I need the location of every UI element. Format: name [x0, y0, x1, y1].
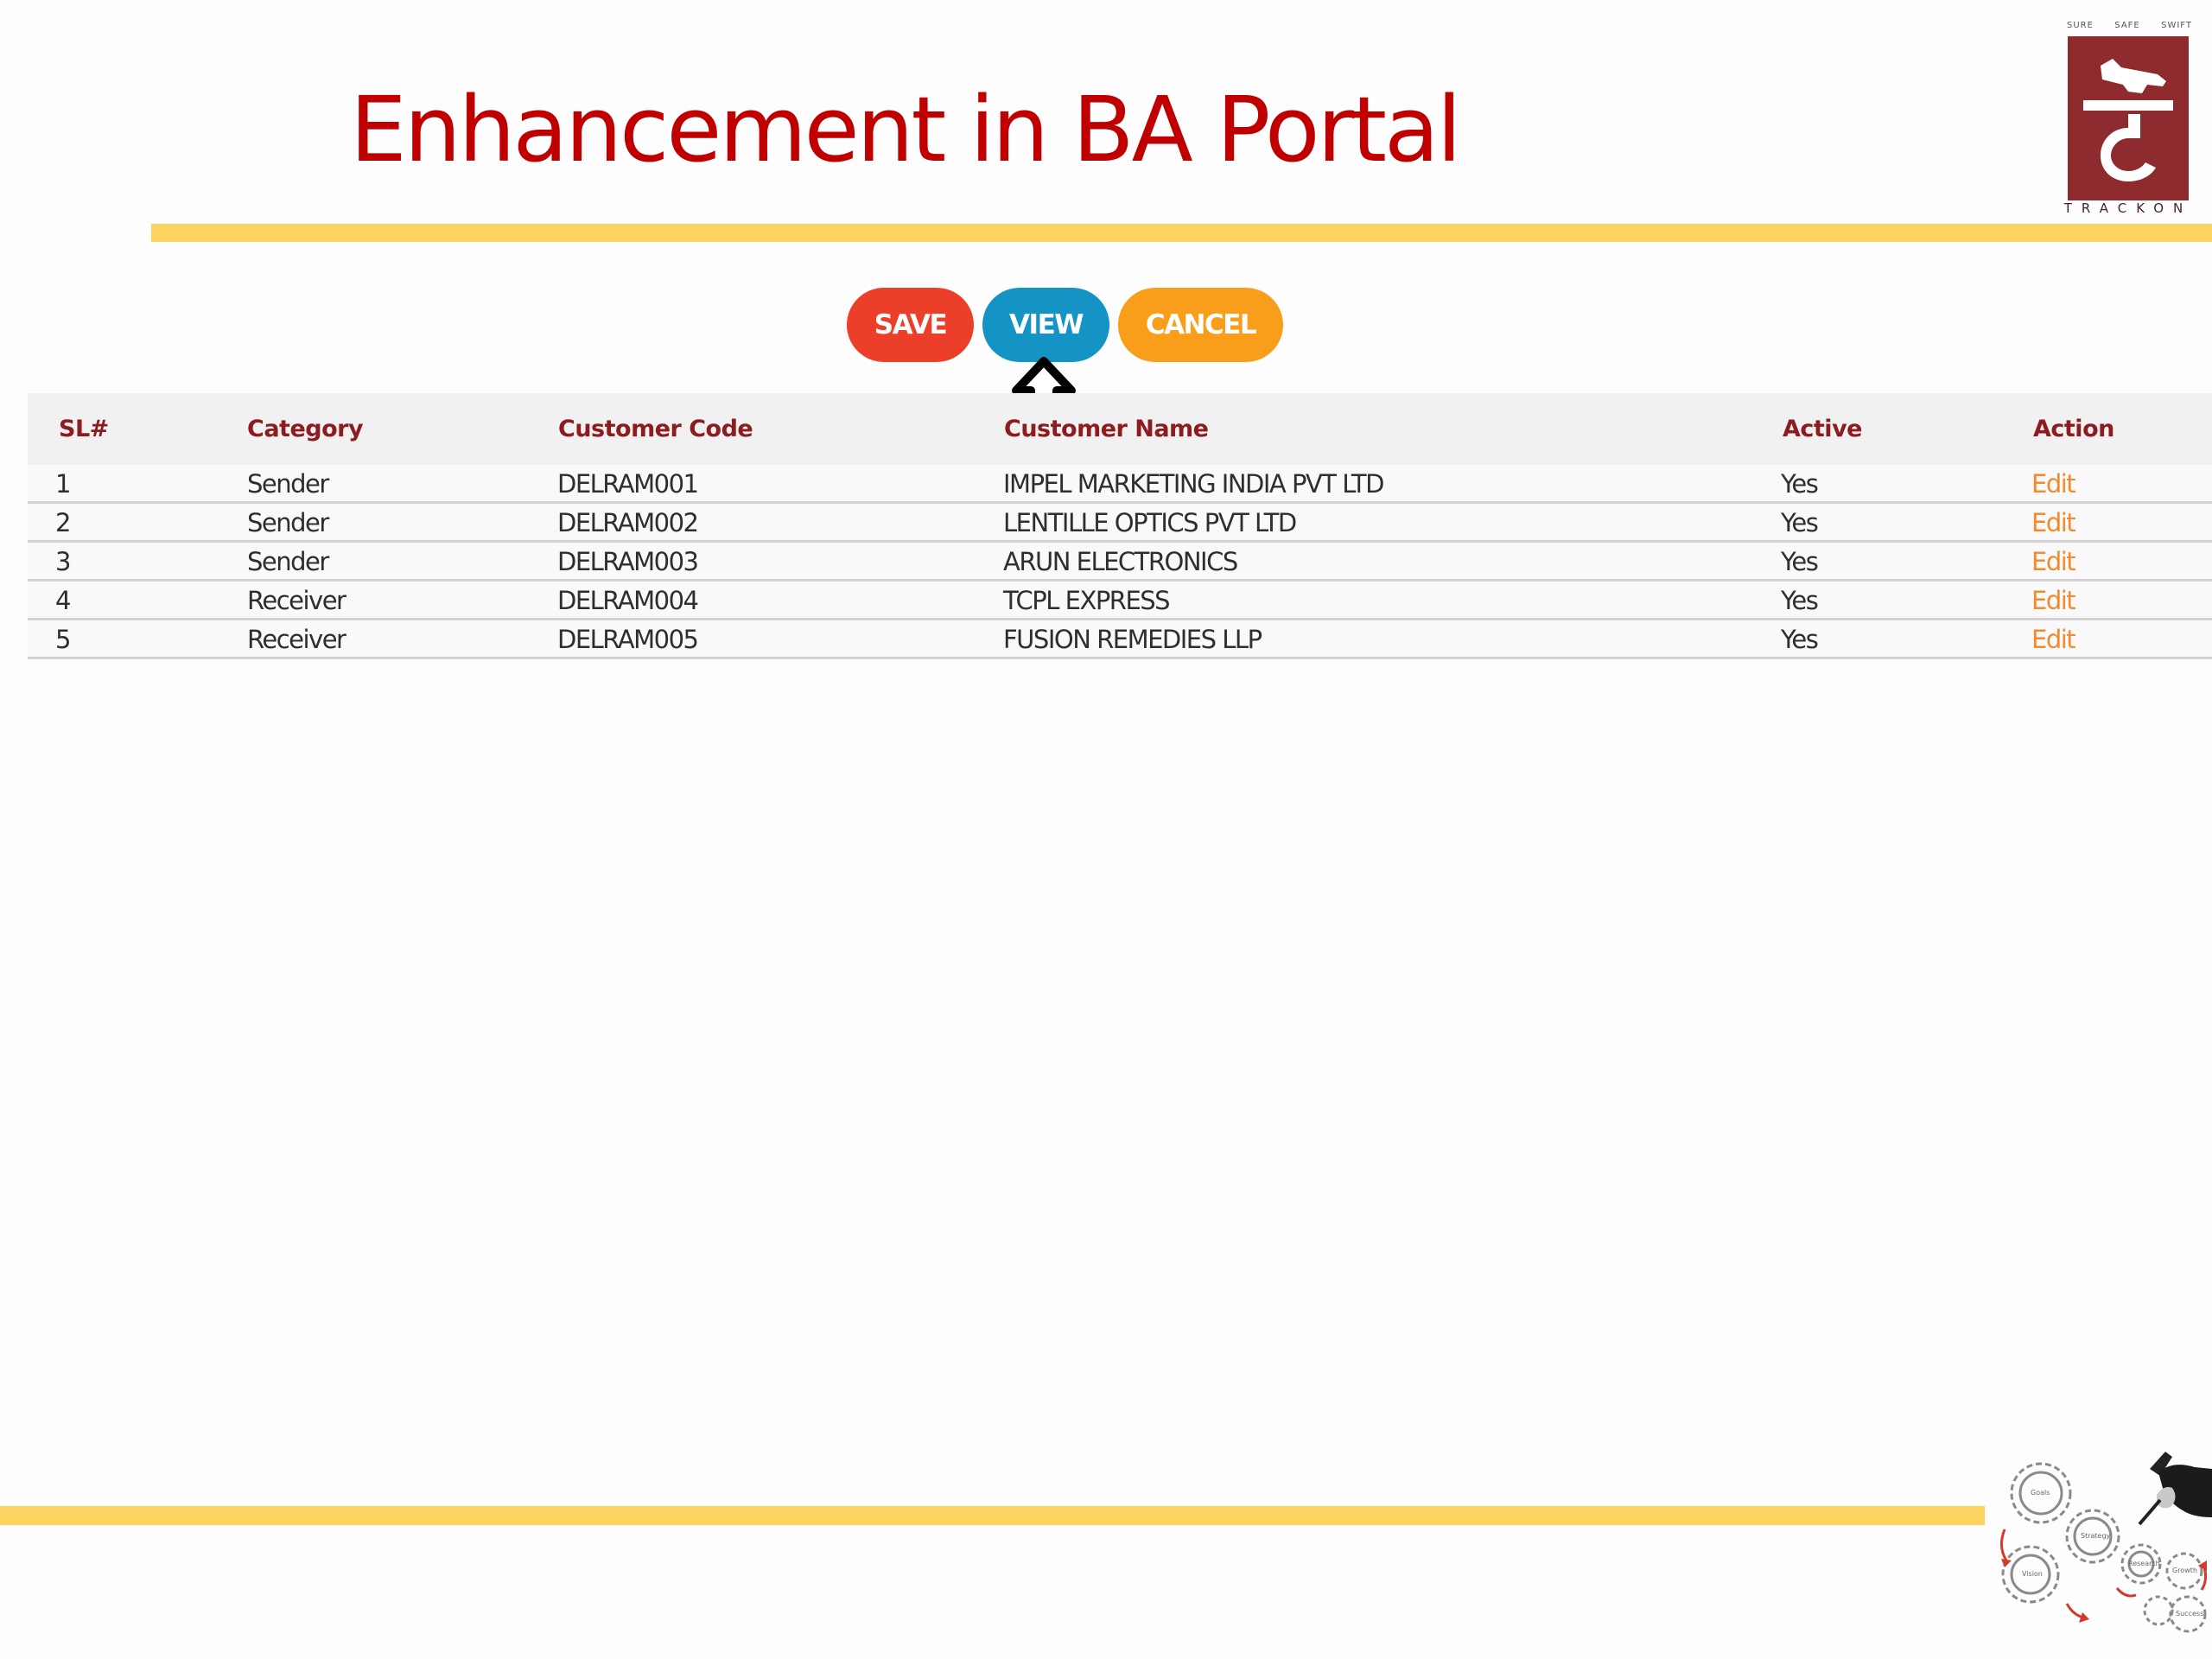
gears-hand-pen-icon: Goals Strategy Vision Research Growth Su… [2000, 1452, 2212, 1633]
cell-sl: 5 [55, 625, 71, 654]
gear-label-vision: Vision [2022, 1570, 2043, 1578]
cell-sl: 1 [55, 469, 71, 499]
cell-customer-name: FUSION REMEDIES LLP [1003, 625, 1262, 654]
cell-active: Yes [1781, 508, 1819, 537]
save-button[interactable]: SAVE [847, 288, 974, 362]
cell-customer-name: TCPL EXPRESS [1003, 586, 1171, 615]
gear-label-goals: Goals [2031, 1489, 2050, 1497]
edit-link[interactable]: Edit [2031, 504, 2076, 542]
customer-table: SL# Category Customer Code Customer Name… [28, 393, 2212, 659]
edit-link[interactable]: Edit [2031, 620, 2076, 658]
edit-link[interactable]: Edit [2031, 465, 2076, 503]
header-active: Active [1783, 416, 1862, 442]
gear-label-research: Research [2128, 1560, 2160, 1567]
cell-active: Yes [1781, 625, 1819, 654]
header-category: Category [247, 416, 364, 442]
header-action: Action [2033, 416, 2114, 442]
header-customer-code: Customer Code [558, 416, 753, 442]
gear-label-strategy: Strategy [2081, 1532, 2111, 1540]
cell-customer-code: DELRAM005 [557, 625, 699, 654]
edit-link[interactable]: Edit [2031, 543, 2076, 581]
cell-customer-code: DELRAM001 [557, 469, 699, 499]
table-row: 3 Sender DELRAM003 ARUN ELECTRONICS Yes … [28, 543, 2212, 582]
cancel-button[interactable]: CANCEL [1118, 288, 1283, 362]
cell-customer-name: IMPEL MARKETING INDIA PVT LTD [1003, 469, 1384, 499]
table-row: 5 Receiver DELRAM005 FUSION REMEDIES LLP… [28, 620, 2212, 659]
cell-sl: 3 [55, 547, 71, 576]
cell-category: Sender [247, 547, 329, 576]
footer-divider [0, 1506, 1985, 1525]
table-header: SL# Category Customer Code Customer Name… [28, 393, 2212, 465]
gear-label-growth: Growth [2172, 1567, 2197, 1574]
cell-category: Receiver [247, 586, 346, 615]
edit-link[interactable]: Edit [2031, 582, 2076, 620]
trackon-logo-icon [2068, 36, 2189, 200]
header-divider [151, 224, 2212, 242]
cell-customer-code: DELRAM003 [557, 547, 699, 576]
header-sl: SL# [59, 416, 109, 442]
slide-title: Enhancement in BA Portal [350, 77, 1462, 182]
cell-customer-name: LENTILLE OPTICS PVT LTD [1003, 508, 1297, 537]
cell-customer-name: ARUN ELECTRONICS [1003, 547, 1238, 576]
view-button[interactable]: VIEW [982, 288, 1109, 362]
table-row: 4 Receiver DELRAM004 TCPL EXPRESS Yes Ed… [28, 582, 2212, 620]
cell-customer-code: DELRAM004 [557, 586, 699, 615]
cell-category: Receiver [247, 625, 346, 654]
cell-customer-code: DELRAM002 [557, 508, 699, 537]
cell-sl: 2 [55, 508, 71, 537]
table-row: 1 Sender DELRAM001 IMPEL MARKETING INDIA… [28, 465, 2212, 504]
cell-active: Yes [1781, 469, 1819, 499]
header-customer-name: Customer Name [1004, 416, 1209, 442]
cell-category: Sender [247, 508, 329, 537]
logo-wordmark: TRACKON [2063, 200, 2193, 216]
cell-active: Yes [1781, 547, 1819, 576]
table-row: 2 Sender DELRAM002 LENTILLE OPTICS PVT L… [28, 504, 2212, 543]
cell-active: Yes [1781, 586, 1819, 615]
cell-category: Sender [247, 469, 329, 499]
cell-sl: 4 [55, 586, 71, 615]
gear-label-success: Success [2176, 1610, 2203, 1618]
